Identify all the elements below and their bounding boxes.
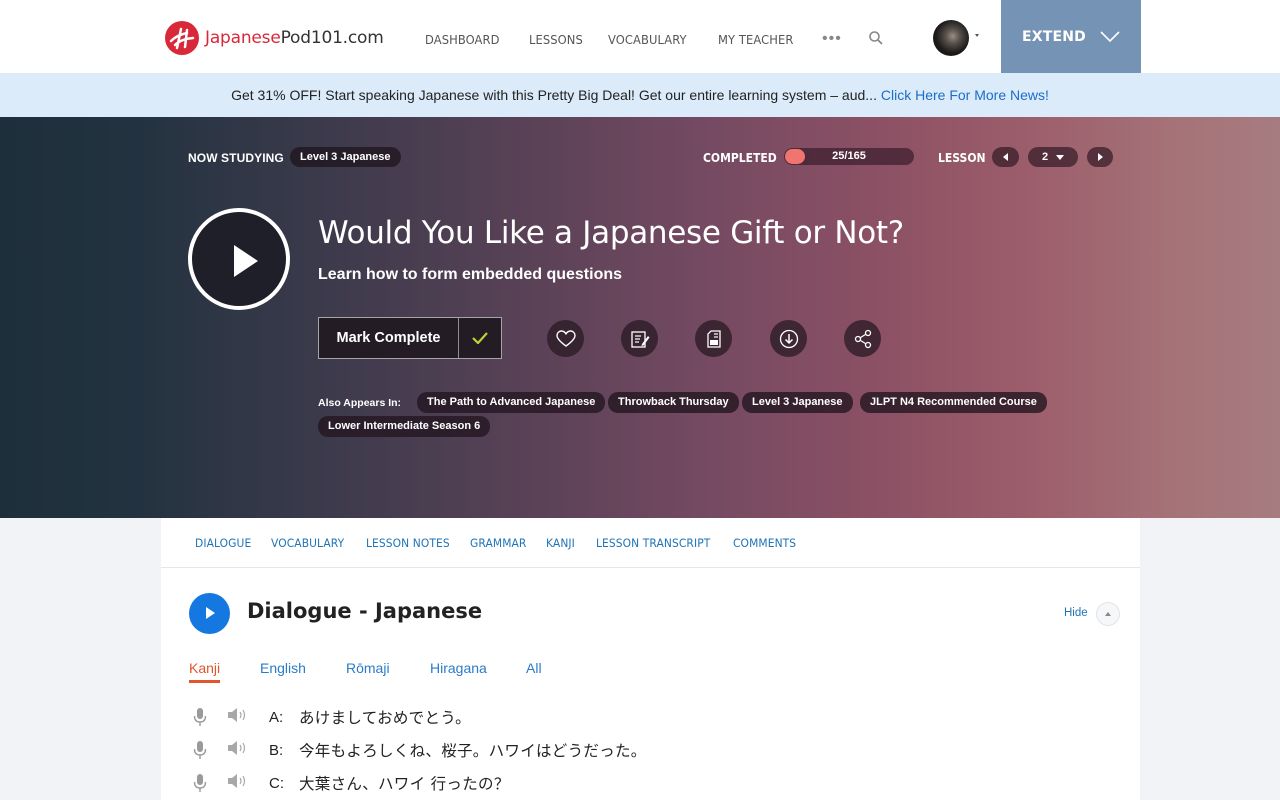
arrow-left-icon xyxy=(1003,153,1008,161)
speaker-icon[interactable] xyxy=(227,707,249,728)
tab-lesson-transcript[interactable]: LESSON TRANSCRIPT xyxy=(596,536,710,550)
lesson-hero: NOW STUDYING Level 3 Japanese COMPLETED … xyxy=(0,117,1280,518)
subtab-all[interactable]: All xyxy=(526,660,542,676)
lesson-subtitle: Learn how to form embedded questions xyxy=(318,266,623,283)
caret-down-icon xyxy=(1056,154,1065,160)
dialogue-line: C: 大葉さん、ハワイ 行ったの？ xyxy=(191,771,510,795)
lesson-play-button[interactable] xyxy=(188,208,290,310)
more-dots-icon[interactable]: ••• xyxy=(822,30,842,48)
lesson-number: 2 xyxy=(1041,151,1049,163)
lesson-content-card: DIALOGUE VOCABULARY LESSON NOTES GRAMMAR… xyxy=(161,518,1140,800)
dialogue-text: 今年もよろしくね、桜子。ハワイはどうだった。 xyxy=(299,742,647,760)
subtab-hiragana[interactable]: Hiragana xyxy=(430,660,487,676)
lesson-section-tabs: DIALOGUE VOCABULARY LESSON NOTES GRAMMAR… xyxy=(161,518,1140,568)
speaker-label: C: xyxy=(269,774,284,792)
notes-icon xyxy=(630,330,649,348)
microphone-icon[interactable] xyxy=(191,707,209,727)
play-icon xyxy=(234,245,258,277)
top-navbar: JapanesePod101.com DASHBOARD LESSONS VOC… xyxy=(0,0,1280,73)
play-icon xyxy=(206,607,215,619)
logo-text-japanese: Japanese xyxy=(205,28,281,48)
also-appears-tag[interactable]: Lower Intermediate Season 6 xyxy=(318,416,491,437)
completed-progress-bar: 25/165 xyxy=(784,148,914,165)
progress-text: 25/165 xyxy=(832,150,866,162)
site-logo[interactable]: JapanesePod101.com xyxy=(165,21,384,55)
promo-text: Get 31% OFF! Start speaking Japanese wit… xyxy=(231,87,881,103)
also-appears-tag[interactable]: Throwback Thursday xyxy=(608,392,739,413)
next-lesson-button[interactable] xyxy=(1087,147,1113,167)
lesson-title: Would You Like a Japanese Gift or Not? xyxy=(318,215,904,251)
active-subtab-underline xyxy=(189,680,220,683)
pdf-icon xyxy=(706,329,721,348)
also-appears-tag[interactable]: The Path to Advanced Japanese xyxy=(417,392,606,413)
promo-banner: Get 31% OFF! Start speaking Japanese wit… xyxy=(0,73,1280,117)
search-icon[interactable] xyxy=(868,30,884,51)
previous-lesson-button[interactable] xyxy=(992,147,1019,167)
now-studying-label: NOW STUDYING xyxy=(188,151,284,165)
mark-complete-label: Mark Complete xyxy=(319,318,459,358)
microphone-icon[interactable] xyxy=(191,773,209,793)
speaker-label: B: xyxy=(269,741,284,759)
microphone-icon[interactable] xyxy=(191,740,209,760)
arrow-right-icon xyxy=(1097,153,1103,161)
dialogue-text: あけましておめでとう。 xyxy=(299,709,471,727)
dialogue-line: B: 今年もよろしくね、桜子。ハワイはどうだった。 xyxy=(191,738,647,762)
also-appears-tag[interactable]: Level 3 Japanese xyxy=(742,392,853,413)
collapse-button[interactable] xyxy=(1096,602,1120,626)
also-appears-label: Also Appears In: xyxy=(318,397,402,409)
extend-label: EXTEND xyxy=(1021,28,1086,45)
subtab-english[interactable]: English xyxy=(260,660,306,676)
share-icon xyxy=(854,329,871,348)
lesson-label: LESSON xyxy=(938,151,986,165)
caret-up-icon xyxy=(1105,612,1111,616)
checkmark-icon xyxy=(459,318,501,358)
completed-label: COMPLETED xyxy=(703,151,777,165)
pdf-button[interactable] xyxy=(695,320,732,357)
tab-kanji[interactable]: KANJI xyxy=(546,536,575,550)
hide-link[interactable]: Hide xyxy=(1064,607,1088,619)
chevron-down-icon xyxy=(1100,30,1120,42)
share-button[interactable] xyxy=(844,320,881,357)
subtab-kanji[interactable]: Kanji xyxy=(189,660,220,676)
speaker-icon[interactable] xyxy=(227,740,249,761)
dialogue-line: A: あけましておめでとう。 xyxy=(191,705,471,729)
extend-button[interactable]: EXTEND xyxy=(1001,0,1141,73)
subtab-romaji[interactable]: Rōmaji xyxy=(346,660,390,676)
tab-grammar[interactable]: GRAMMAR xyxy=(470,536,526,550)
favorite-button[interactable] xyxy=(547,320,584,357)
tab-dialogue[interactable]: DIALOGUE xyxy=(195,536,251,550)
nav-dashboard[interactable]: DASHBOARD xyxy=(425,32,500,47)
heart-icon xyxy=(555,329,576,347)
avatar-caret-icon[interactable] xyxy=(975,34,979,37)
nav-vocabulary[interactable]: VOCABULARY xyxy=(608,32,687,47)
tab-vocabulary[interactable]: VOCABULARY xyxy=(271,536,344,550)
dialogue-title: Dialogue - Japanese xyxy=(247,599,483,623)
logo-text: JapanesePod101.com xyxy=(205,28,384,48)
user-avatar[interactable] xyxy=(933,20,969,56)
now-studying-course[interactable]: Level 3 Japanese xyxy=(290,147,401,167)
dialogue-text: 大葉さん、ハワイ 行ったの？ xyxy=(299,775,510,793)
nav-my-teacher[interactable]: MY TEACHER xyxy=(718,32,793,47)
download-button[interactable] xyxy=(770,320,807,357)
also-appears-tag[interactable]: JLPT N4 Recommended Course xyxy=(860,392,1047,413)
mark-complete-button[interactable]: Mark Complete xyxy=(318,317,502,359)
logo-mark-icon xyxy=(165,21,199,55)
speaker-label: A: xyxy=(269,708,284,726)
tab-lesson-notes[interactable]: LESSON NOTES xyxy=(366,536,450,550)
lesson-number-select[interactable]: 2 xyxy=(1028,147,1078,167)
lesson-notes-button[interactable] xyxy=(621,320,658,357)
logo-text-pod101: Pod101.com xyxy=(280,28,384,48)
tab-comments[interactable]: COMMENTS xyxy=(733,536,796,550)
speaker-icon[interactable] xyxy=(227,773,249,794)
nav-lessons[interactable]: LESSONS xyxy=(529,32,583,47)
promo-link[interactable]: Click Here For More News! xyxy=(881,87,1049,103)
download-icon xyxy=(779,329,798,348)
dialogue-play-button[interactable] xyxy=(189,593,230,634)
